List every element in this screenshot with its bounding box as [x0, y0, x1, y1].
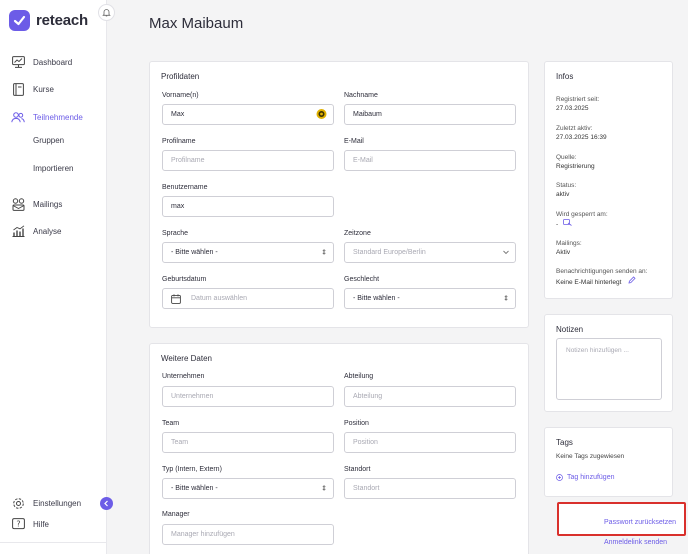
card-title: Profildaten	[161, 72, 200, 81]
edit-pencil-icon[interactable]	[628, 276, 636, 286]
firstname-field[interactable]: Max	[162, 104, 334, 125]
language-select[interactable]: - Bitte wählen - ⇕	[162, 242, 334, 263]
username-label: Benutzername	[162, 184, 208, 191]
lastname-label: Nachname	[344, 92, 378, 99]
avatar-icon[interactable]	[316, 108, 327, 121]
tags-card: Tags Keine Tags zugewiesen Tag hinzufüge…	[544, 427, 673, 497]
add-tag-link[interactable]: Tag hinzufügen	[556, 474, 614, 481]
mailings-icon	[11, 197, 25, 211]
manager-field[interactable]: Manager hinzufügen	[162, 524, 334, 545]
page-title: Max Maibaum	[149, 15, 244, 32]
help-icon: ?	[11, 517, 25, 531]
sidebar-item-kurse[interactable]: Kurse	[0, 82, 54, 96]
select-caret-icon: ⇕	[321, 485, 327, 492]
svg-text:?: ?	[16, 519, 20, 528]
sidebar-item-label: Hilfe	[33, 519, 50, 529]
position-label: Position	[344, 420, 369, 427]
profilename-field[interactable]: Profilname	[162, 150, 334, 171]
sidebar-item-einstellungen[interactable]: Einstellungen	[0, 496, 81, 510]
info-mailings: Mailings: Aktiv	[556, 240, 582, 256]
info-locked: Wird gesperrt am: -	[556, 211, 608, 228]
notifications-bell-icon[interactable]	[98, 4, 115, 21]
timezone-select[interactable]: Standard Europe/Berlin	[344, 242, 516, 263]
tags-empty-text: Keine Tags zugewiesen	[556, 453, 625, 460]
department-label: Abteilung	[344, 373, 374, 380]
chevron-down-icon	[503, 249, 509, 256]
more-data-card: Weitere Daten Unternehmen Unternehmen Ab…	[149, 343, 529, 554]
sidebar-item-importieren[interactable]: Importieren	[33, 164, 73, 173]
lastname-field[interactable]: Maibaum	[344, 104, 516, 125]
dashboard-icon	[11, 55, 25, 69]
plus-circle-icon	[556, 474, 563, 481]
sidebar-item-label: Analyse	[33, 226, 62, 236]
sidebar-item-label: Einstellungen	[33, 498, 82, 508]
notes-textarea[interactable]: Notizen hinzufügen ...	[556, 338, 662, 400]
location-label: Standort	[344, 466, 371, 473]
team-field[interactable]: Team	[162, 432, 334, 453]
team-label: Team	[162, 420, 180, 427]
logo-text: reteach	[36, 12, 88, 29]
logo-icon	[9, 10, 30, 31]
company-field[interactable]: Unternehmen	[162, 386, 334, 407]
gender-label: Geschlecht	[344, 276, 380, 283]
sidebar-item-label: Teilnehmende	[33, 112, 83, 122]
users-icon	[11, 110, 25, 124]
language-label: Sprache	[162, 230, 189, 237]
birthdate-field[interactable]: Datum auswählen	[162, 288, 334, 309]
sidebar-divider	[0, 542, 107, 543]
manager-label: Manager	[162, 511, 190, 518]
department-field[interactable]: Abteilung	[344, 386, 516, 407]
info-last-active: Zuletzt aktiv: 27.03.2025 16:39	[556, 125, 607, 141]
sidebar-item-analyse[interactable]: Analyse	[0, 224, 61, 238]
notes-card: Notizen Notizen hinzufügen ...	[544, 314, 673, 412]
analytics-icon	[11, 224, 25, 238]
sidebar-item-dashboard[interactable]: Dashboard	[0, 55, 72, 69]
email-label: E-Mail	[344, 138, 364, 145]
card-title: Notizen	[556, 325, 584, 334]
sidebar-item-gruppen[interactable]: Gruppen	[33, 136, 64, 145]
sidebar: reteach Dashboard Kurse Teilnehmende Gru…	[0, 0, 107, 554]
company-label: Unternehmen	[162, 373, 205, 380]
calendar-icon[interactable]	[171, 293, 181, 304]
info-registered: Registriert seit: 27.03.2025	[556, 96, 600, 112]
sidebar-item-label: Kurse	[33, 84, 54, 94]
sidebar-item-teilnehmende[interactable]: Teilnehmende	[0, 110, 83, 124]
collapse-sidebar-button[interactable]	[100, 497, 113, 510]
username-field[interactable]: max	[162, 196, 334, 217]
info-status: Status: aktiv	[556, 182, 577, 198]
gear-icon	[11, 496, 25, 510]
profile-card: Profildaten Vorname(n) Max Nachname Maib…	[149, 61, 529, 328]
position-field[interactable]: Position	[344, 432, 516, 453]
sidebar-item-hilfe[interactable]: ? Hilfe	[0, 517, 49, 531]
sidebar-item-label: Dashboard	[33, 57, 73, 67]
info-source: Quelle: Registrierung	[556, 154, 595, 170]
card-title: Infos	[556, 72, 574, 81]
select-caret-icon: ⇕	[321, 249, 327, 256]
type-label: Typ (Intern, Extern)	[162, 466, 222, 473]
sidebar-item-label: Mailings	[33, 199, 63, 209]
firstname-label: Vorname(n)	[162, 92, 199, 99]
birthdate-label: Geburtsdatum	[162, 276, 207, 283]
timezone-label: Zeitzone	[344, 230, 371, 237]
card-title: Weitere Daten	[161, 354, 212, 363]
type-select[interactable]: - Bitte wählen - ⇕	[162, 478, 334, 499]
sidebar-item-mailings[interactable]: Mailings	[0, 197, 62, 211]
gender-select[interactable]: - Bitte wählen - ⇕	[344, 288, 516, 309]
info-notifications: Benachrichtigungen senden an: Keine E-Ma…	[556, 268, 648, 286]
edit-lock-date-icon[interactable]	[563, 219, 572, 228]
logo[interactable]: reteach	[9, 10, 88, 31]
reset-password-button[interactable]: Passwort zurücksetzen	[557, 502, 686, 536]
send-login-link[interactable]: Anmeldelink senden	[604, 539, 667, 546]
location-field[interactable]: Standort	[344, 478, 516, 499]
select-caret-icon: ⇕	[503, 295, 509, 302]
book-icon	[11, 82, 25, 96]
info-card: Infos Registriert seit: 27.03.2025 Zuletz…	[544, 61, 673, 299]
profilename-label: Profilname	[162, 138, 196, 145]
card-title: Tags	[556, 438, 573, 447]
email-field[interactable]: E-Mail	[344, 150, 516, 171]
